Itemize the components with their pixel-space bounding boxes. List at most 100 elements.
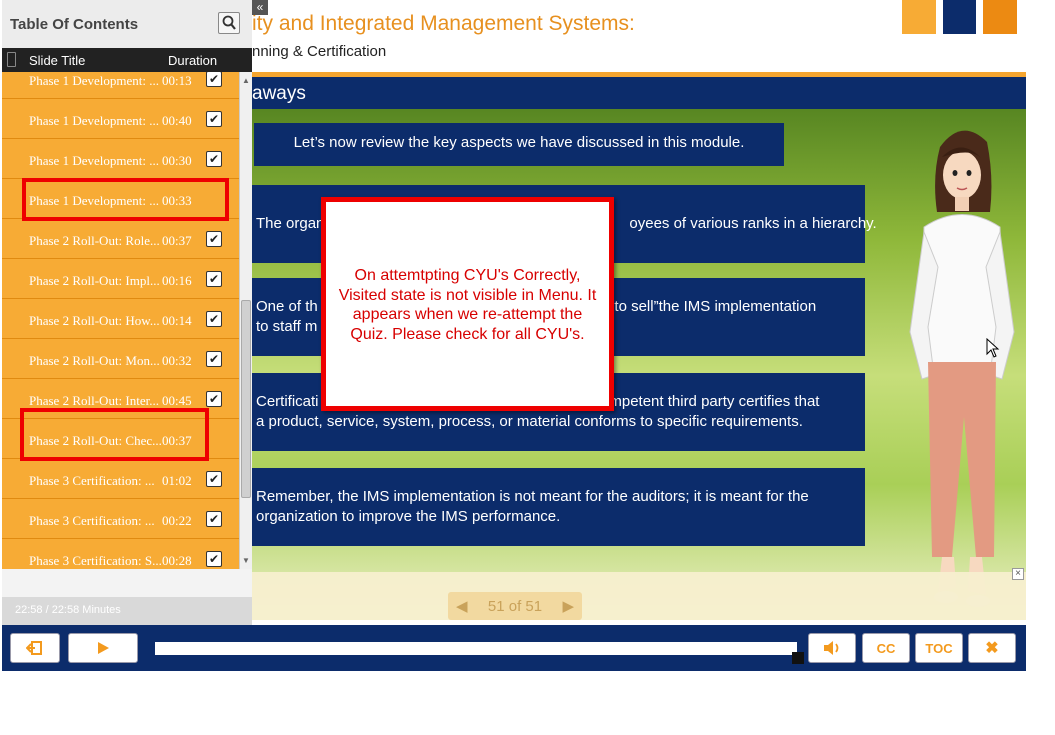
toc-row-title: Phase 1 Development: ... bbox=[29, 113, 159, 128]
visited-checkmark-icon: ✔ bbox=[206, 111, 222, 127]
toc-row[interactable]: Phase 3 Certification: S... 00:28 ✔ bbox=[2, 539, 239, 569]
toc-row[interactable]: Phase 2 Roll-Out: How... 00:14 ✔ bbox=[2, 299, 239, 339]
toc-row[interactable]: Phase 2 Roll-Out: Role... 00:37 ✔ bbox=[2, 219, 239, 259]
col-slide-title: Slide Title bbox=[29, 53, 86, 68]
toc-row[interactable]: Phase 3 Certification: ... 01:02 ✔ bbox=[2, 459, 239, 499]
takeaway-1-start: The organ bbox=[256, 215, 325, 232]
toc-row-title: Phase 3 Certification: ... bbox=[29, 513, 155, 528]
play-button[interactable] bbox=[68, 633, 138, 663]
toc-row-duration: 00:37 bbox=[162, 233, 192, 248]
search-icon bbox=[222, 15, 236, 30]
slide-intro: Let’s now review the key aspects we have… bbox=[254, 123, 784, 166]
toc-row-duration: 00:16 bbox=[162, 273, 192, 288]
takeaway-1-end: oyees of various ranks in a hierarchy. bbox=[629, 215, 877, 232]
visited-checkmark-icon: ✔ bbox=[206, 271, 222, 287]
toc-row-duration: 00:14 bbox=[162, 313, 192, 328]
course-subtitle: nning & Certification bbox=[252, 43, 387, 60]
toc-row-duration: 00:30 bbox=[162, 153, 192, 168]
visited-checkmark-icon: ✔ bbox=[206, 311, 222, 327]
toc-row-duration: 00:32 bbox=[162, 353, 192, 368]
toc-scroll-thumb[interactable] bbox=[241, 300, 251, 498]
annotation-highlight-box bbox=[22, 178, 229, 221]
toc-row[interactable]: Phase 1 Development: ... 00:30 ✔ bbox=[2, 139, 239, 179]
takeaway-4-text: Remember, the IMS implementation is not … bbox=[256, 488, 809, 525]
volume-button[interactable] bbox=[808, 633, 856, 663]
takeaway-3-end: competent third party certifies that bbox=[593, 393, 820, 410]
visited-checkmark-icon: ✔ bbox=[206, 551, 222, 567]
toc-search-button[interactable] bbox=[218, 12, 240, 34]
slide-pager: ◀ 51 of 51 ▶ bbox=[448, 592, 582, 620]
toc-row[interactable]: Phase 2 Roll-Out: Impl... 00:16 ✔ bbox=[2, 259, 239, 299]
toc-row-duration: 00:13 bbox=[162, 73, 192, 88]
close-player-button[interactable]: ✖ bbox=[968, 633, 1016, 663]
course-title: ity and Integrated Management Systems: bbox=[252, 12, 635, 35]
toc-row-title: Phase 2 Roll-Out: How... bbox=[29, 313, 160, 328]
visited-checkmark-icon: ✔ bbox=[206, 151, 222, 167]
toc-row-title: Phase 2 Roll-Out: Impl... bbox=[29, 273, 160, 288]
toc-row-duration: 01:02 bbox=[162, 473, 192, 488]
brand-square-amber bbox=[983, 0, 1017, 34]
visited-checkmark-icon: ✔ bbox=[206, 72, 222, 87]
cc-button[interactable]: CC bbox=[862, 633, 910, 663]
slide-heading: aways bbox=[252, 83, 306, 104]
close-icon: ✖ bbox=[985, 640, 999, 657]
toc-row[interactable]: Phase 1 Development: ... 00:40 ✔ bbox=[2, 99, 239, 139]
toc-row-duration: 00:22 bbox=[162, 513, 192, 528]
annotation-highlight-box bbox=[20, 408, 209, 461]
review-annotation-note: On attemtpting CYU's Correctly, Visited … bbox=[321, 197, 614, 411]
toc-row[interactable]: Phase 1 Development: ... 00:13 ✔ bbox=[2, 72, 239, 99]
visited-checkmark-icon: ✔ bbox=[206, 391, 222, 407]
toc-button[interactable]: TOC bbox=[915, 633, 963, 663]
scroll-down-icon[interactable]: ▼ bbox=[242, 556, 250, 565]
toc-scrollbar[interactable]: ▲ ▼ bbox=[239, 72, 252, 569]
toc-row[interactable]: Phase 2 Roll-Out: Mon... 00:32 ✔ bbox=[2, 339, 239, 379]
takeaway-2-end: now to sell”the IMS implementation bbox=[582, 298, 817, 315]
toc-row-title: Phase 3 Certification: S... bbox=[29, 553, 162, 568]
toc-title: Table Of Contents bbox=[10, 16, 139, 33]
visited-checkmark-icon: ✔ bbox=[206, 511, 222, 527]
speaker-icon bbox=[824, 641, 839, 655]
player-control-bar: CC TOC ✖ bbox=[2, 625, 1026, 671]
visited-checkmark-icon: ✔ bbox=[206, 471, 222, 487]
takeaway-3-start: Certificati bbox=[256, 393, 319, 410]
toc-row-duration: 00:45 bbox=[162, 393, 192, 408]
toc-row-title: Phase 2 Roll-Out: Role... bbox=[29, 233, 160, 248]
visited-checkmark-icon: ✔ bbox=[206, 351, 222, 367]
toc-row-duration: 00:28 bbox=[162, 553, 192, 568]
toc-row-duration: 00:40 bbox=[162, 113, 192, 128]
next-slide-icon[interactable]: ▶ bbox=[562, 597, 574, 615]
prev-slide-icon[interactable]: ◀ bbox=[456, 597, 468, 615]
toc-row-title: Phase 2 Roll-Out: Mon... bbox=[29, 353, 160, 368]
toc-spacer bbox=[2, 569, 252, 597]
collapse-toc-icon[interactable]: « bbox=[252, 0, 268, 15]
toc-row-title: Phase 3 Certification: ... bbox=[29, 473, 155, 488]
toc-sidebar: Table Of Contents Slide Title Duration P… bbox=[2, 0, 252, 625]
page-indicator: 51 of 51 bbox=[487, 597, 543, 615]
brand-square-navy bbox=[943, 0, 976, 34]
slide-footer-strip bbox=[252, 572, 1026, 620]
player-window: ity and Integrated Management Systems: n… bbox=[0, 0, 1055, 735]
col-duration: Duration bbox=[168, 53, 218, 68]
exit-button[interactable] bbox=[10, 633, 60, 663]
bookmark-icon bbox=[7, 52, 16, 67]
play-icon bbox=[98, 642, 109, 654]
toc-row-title: Phase 1 Development: ... bbox=[29, 73, 159, 88]
toc-total-duration: 22:58 / 22:58 Minutes bbox=[2, 597, 252, 625]
slide-heading-bar: aways bbox=[252, 77, 1026, 109]
toc-row-title: Phase 2 Roll-Out: Inter... bbox=[29, 393, 159, 408]
seek-handle[interactable] bbox=[792, 652, 804, 664]
seek-progress-bar[interactable] bbox=[155, 642, 797, 655]
mouse-cursor-icon bbox=[986, 338, 1000, 358]
exit-icon bbox=[26, 641, 42, 655]
presenter-character-illustration bbox=[909, 130, 1015, 607]
toc-row[interactable]: Phase 3 Certification: ... 00:22 ✔ bbox=[2, 499, 239, 539]
visited-checkmark-icon: ✔ bbox=[206, 231, 222, 247]
close-icon[interactable]: × bbox=[1012, 568, 1024, 580]
takeaway-2-start: One of th bbox=[256, 298, 318, 315]
toc-column-header: Slide Title Duration bbox=[2, 48, 252, 72]
takeaway-box-4: Remember, the IMS implementation is not … bbox=[252, 468, 865, 546]
brand-square-orange bbox=[902, 0, 936, 34]
takeaway-3-line2: a product, service, system, process, or … bbox=[256, 413, 803, 430]
scroll-up-icon[interactable]: ▲ bbox=[242, 76, 250, 85]
toc-list: Phase 1 Development: ... 00:13 ✔ Phase 1 De… bbox=[2, 72, 239, 569]
